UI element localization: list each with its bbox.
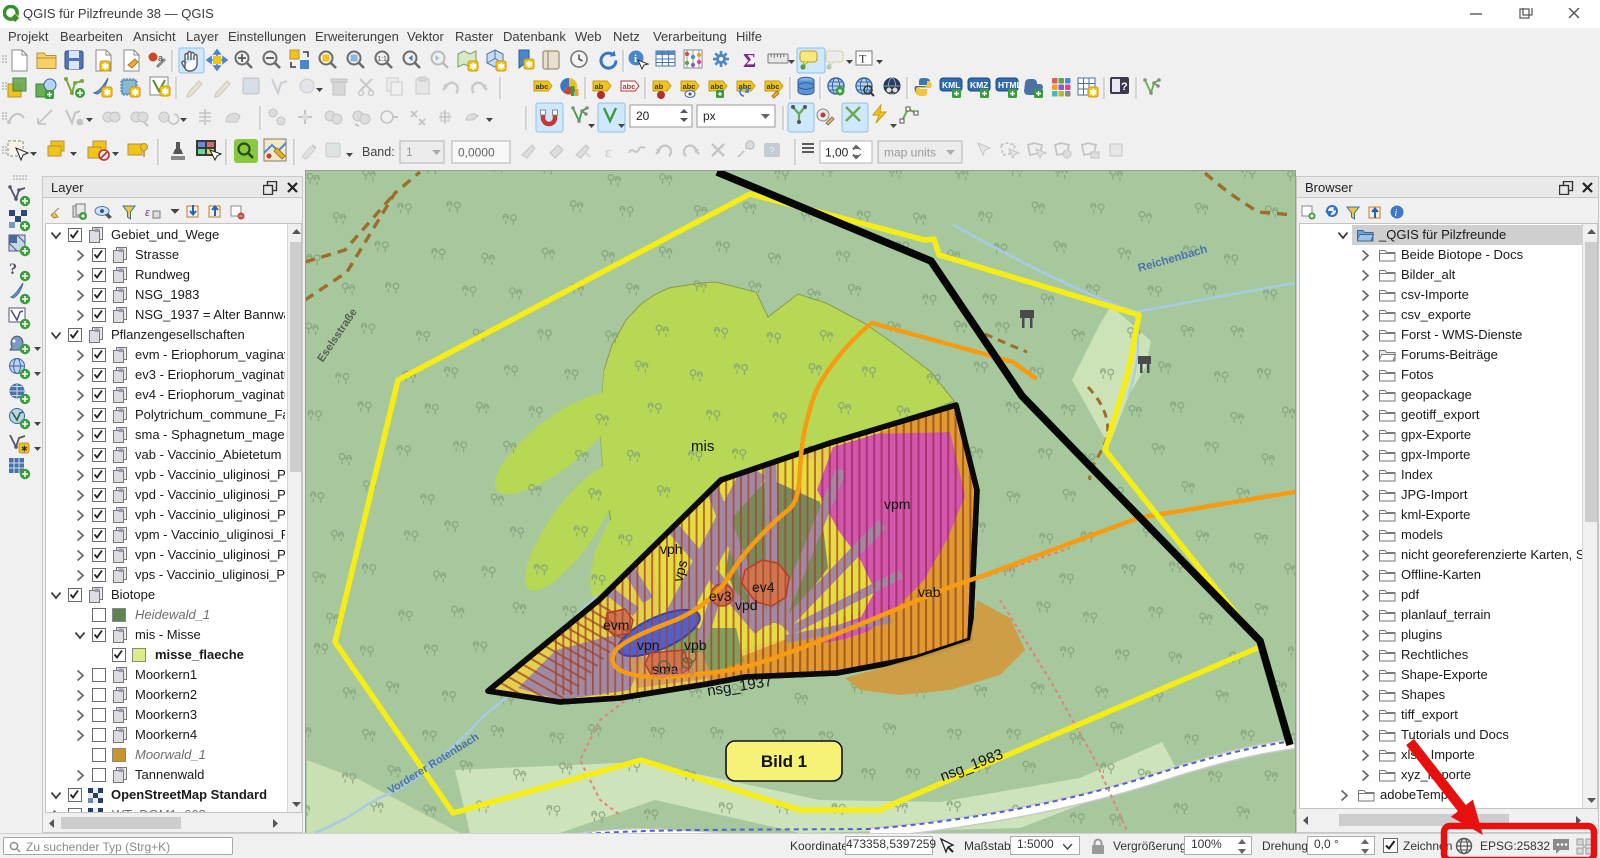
svg-text:vph: vph (660, 541, 683, 557)
svg-text:ev3: ev3 (709, 588, 732, 604)
svg-text:i: i (634, 53, 637, 65)
svg-text:✱: ✱ (470, 62, 478, 72)
svg-text:vpm: vpm (884, 496, 910, 512)
svg-text:✱: ✱ (132, 88, 140, 98)
svg-text:Σ: Σ (743, 50, 756, 72)
svg-text:1,00: 1,00 (825, 146, 849, 160)
svg-text:0,0000: 0,0000 (458, 146, 495, 160)
svg-text:20: 20 (636, 109, 650, 123)
svg-text:?: ? (769, 146, 775, 157)
svg-text:vpn: vpn (637, 637, 660, 653)
svg-text:a: a (158, 53, 163, 63)
svg-text:ev4: ev4 (752, 579, 775, 595)
svg-text:abc: abc (767, 82, 780, 91)
svg-text:px: px (703, 109, 716, 123)
svg-text:evm: evm (603, 617, 629, 633)
svg-text:ab: ab (595, 82, 604, 91)
svg-text:✱: ✱ (1090, 88, 1098, 98)
svg-text:?: ? (1121, 81, 1128, 93)
svg-text:ab: ab (655, 82, 664, 91)
svg-text:HTML: HTML (998, 80, 1022, 90)
svg-text:abc: abc (536, 82, 549, 91)
svg-text:ε: ε (145, 207, 150, 219)
svg-text:1:1: 1:1 (377, 56, 387, 63)
svg-text:T: T (859, 52, 867, 66)
svg-text:✱: ✱ (102, 62, 110, 72)
svg-text:✱: ✱ (104, 88, 112, 98)
svg-text:ε: ε (605, 145, 611, 161)
svg-text:abc: abc (711, 82, 724, 91)
svg-text:✱: ✱ (526, 60, 534, 70)
svg-text:1: 1 (406, 145, 413, 159)
svg-text:✱: ✱ (162, 87, 170, 97)
svg-text:i: i (1395, 208, 1398, 219)
svg-text:mis: mis (691, 438, 714, 455)
svg-text:KML: KML (942, 80, 960, 90)
svg-text:Band:: Band: (362, 145, 395, 159)
svg-text:map units: map units (884, 146, 936, 160)
svg-text:Bild 1: Bild 1 (761, 752, 807, 771)
svg-text:vab: vab (918, 584, 941, 600)
svg-text:vpb: vpb (684, 637, 707, 653)
svg-text:abc: abc (623, 82, 636, 91)
svg-text:abc: abc (683, 82, 696, 91)
svg-text:✱: ✱ (498, 62, 506, 72)
svg-text:KMZ: KMZ (970, 80, 988, 90)
svg-text:vpd: vpd (735, 597, 758, 613)
